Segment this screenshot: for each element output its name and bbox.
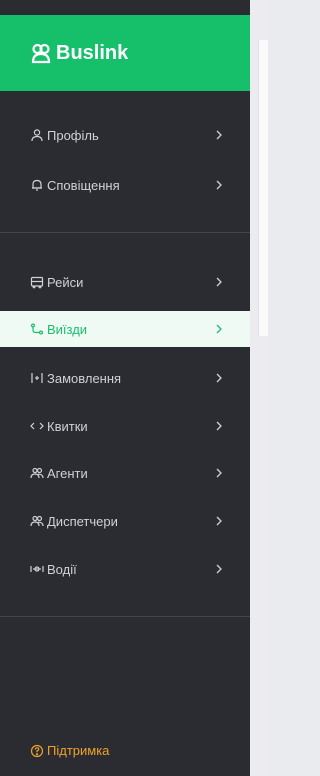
orders-icon — [30, 371, 44, 385]
chevron-right-icon — [212, 562, 226, 576]
help-icon — [30, 744, 44, 758]
sidebar-item-label: Водії — [47, 561, 77, 577]
agents-icon — [30, 466, 44, 480]
chevron-right-icon — [212, 419, 226, 433]
bell-icon — [30, 178, 44, 192]
brand-header[interactable]: Buslink — [0, 15, 250, 91]
sidebar-item-label: Профіль — [47, 127, 99, 143]
sidebar-item-tickets[interactable]: Квитки — [0, 408, 250, 444]
chevron-right-icon — [212, 466, 226, 480]
sidebar-item-label: Сповіщення — [47, 177, 120, 193]
sidebar-item-trips[interactable]: Рейси — [0, 264, 250, 300]
chevron-right-icon — [212, 178, 226, 192]
sidebar-item-orders[interactable]: Замовлення — [0, 360, 250, 396]
dispatchers-icon — [30, 514, 44, 528]
support-link[interactable]: Підтримка — [30, 743, 109, 758]
sidebar-item-drivers[interactable]: Водії — [0, 551, 250, 587]
user-icon — [30, 128, 44, 142]
bus-icon — [30, 275, 44, 289]
sidebar-item-label: Рейси — [47, 274, 84, 290]
support-label: Підтримка — [47, 743, 110, 758]
chevron-right-icon — [212, 275, 226, 289]
sidebar-item-label: Замовлення — [47, 370, 122, 386]
sidebar-item-departures[interactable]: Виїзди — [0, 311, 250, 347]
sidebar: Buslink Профіль Сповіщення Рейси Виїзди … — [0, 0, 250, 776]
sidebar-item-dispatchers[interactable]: Диспетчери — [0, 503, 250, 539]
divider — [0, 616, 250, 617]
sidebar-item-profile[interactable]: Профіль — [0, 117, 250, 153]
chevron-right-icon — [212, 128, 226, 142]
route-icon — [30, 322, 44, 336]
sidebar-item-label: Диспетчери — [47, 513, 118, 529]
drivers-icon — [30, 562, 44, 576]
chevron-right-icon — [212, 322, 226, 336]
brand-name: Buslink — [56, 41, 129, 64]
sidebar-item-label: Агенти — [47, 465, 88, 481]
chevron-right-icon — [212, 371, 226, 385]
sidebar-item-label: Виїзди — [47, 321, 88, 337]
divider — [0, 232, 250, 233]
ticket-icon — [30, 419, 44, 433]
bus-logo-icon — [30, 42, 52, 64]
sidebar-item-notifications[interactable]: Сповіщення — [0, 167, 250, 203]
content-card — [258, 40, 268, 336]
chevron-right-icon — [212, 514, 226, 528]
sidebar-item-label: Квитки — [47, 418, 88, 434]
sidebar-item-agents[interactable]: Агенти — [0, 455, 250, 491]
